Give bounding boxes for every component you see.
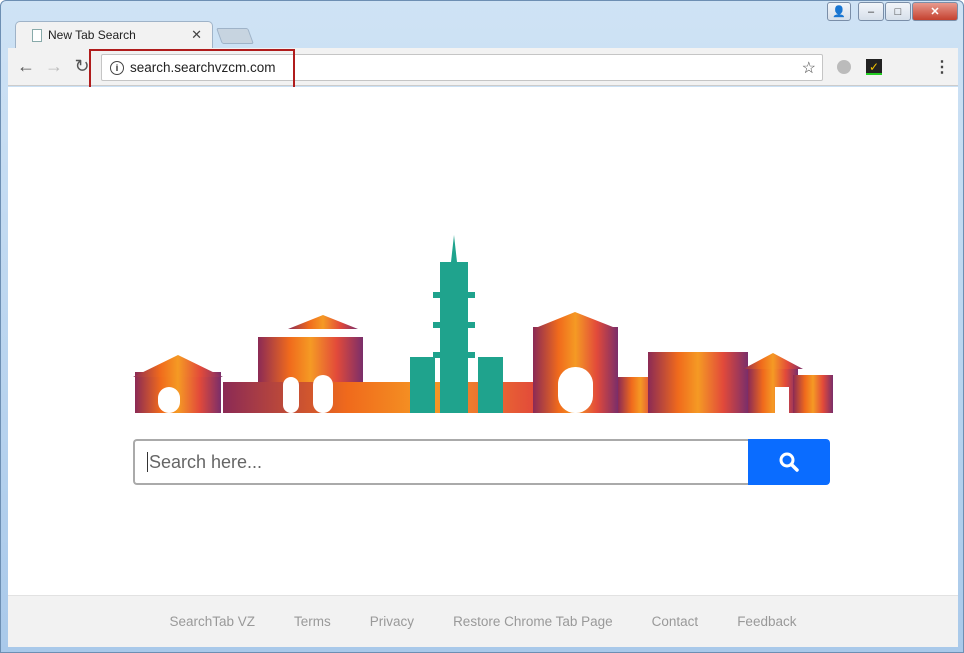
tab-new-tab-search[interactable]: New Tab Search ✕	[15, 21, 213, 48]
url-highlight-box	[89, 49, 295, 89]
back-icon[interactable]: ←	[12, 56, 40, 77]
footer-link-feedback[interactable]: Feedback	[737, 614, 796, 629]
footer-link-restore[interactable]: Restore Chrome Tab Page	[453, 614, 613, 629]
close-window-button[interactable]: ✕	[912, 2, 958, 21]
browser-window: 👤 ‒ □ ✕ New Tab Search ✕ ← → ↻ i search.…	[0, 0, 964, 653]
page-icon	[32, 28, 42, 42]
page-content: Search here... SearchTab VZ Terms Privac…	[8, 87, 958, 647]
footer-link-contact[interactable]: Contact	[652, 614, 699, 629]
profile-button[interactable]: 👤	[827, 2, 851, 21]
menu-icon[interactable]: ⋮	[934, 57, 950, 77]
extension-icon[interactable]	[837, 59, 851, 74]
search-placeholder: Search here...	[149, 451, 263, 472]
close-tab-icon[interactable]: ✕	[191, 27, 202, 43]
new-tab-button[interactable]	[216, 28, 254, 44]
city-skyline-illustration	[133, 235, 833, 413]
tab-title: New Tab Search	[48, 28, 136, 42]
footer-link-searchtab[interactable]: SearchTab VZ	[170, 614, 256, 629]
person-icon: 👤	[832, 6, 846, 18]
minimize-button[interactable]: ‒	[858, 2, 884, 21]
footer-link-privacy[interactable]: Privacy	[370, 614, 414, 629]
maximize-button[interactable]: □	[885, 2, 911, 21]
forward-icon[interactable]: →	[40, 56, 68, 77]
footer: SearchTab VZ Terms Privacy Restore Chrom…	[8, 595, 958, 647]
star-icon[interactable]: ☆	[802, 58, 816, 78]
search-icon	[779, 452, 799, 472]
search-input[interactable]: Search here...	[133, 439, 748, 485]
check-extension-icon[interactable]: ✓	[866, 58, 882, 75]
footer-link-terms[interactable]: Terms	[294, 614, 331, 629]
search-button[interactable]	[748, 439, 830, 485]
